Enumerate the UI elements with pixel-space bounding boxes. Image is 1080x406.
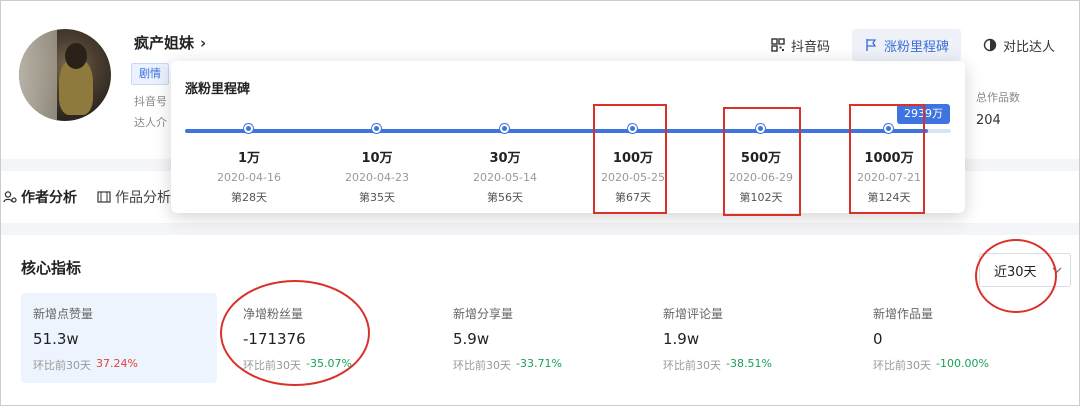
milestone-item: 10万 2020-04-23 第35天 bbox=[345, 151, 409, 204]
profile-name: 疯产姐妹 bbox=[134, 34, 195, 52]
profile-name-link[interactable]: 疯产姐妹 › bbox=[134, 32, 206, 53]
popover-title: 涨粉里程碑 bbox=[185, 82, 251, 97]
qrcode-icon bbox=[771, 38, 785, 52]
tab-works-analysis[interactable]: 作品分析 bbox=[97, 187, 171, 207]
milestone-progress bbox=[185, 129, 929, 133]
tab-author-analysis[interactable]: 作者分析 bbox=[3, 187, 77, 207]
metric-shares[interactable]: 新增分享量 5.9w 环比前30天 -33.71% bbox=[441, 293, 637, 383]
compare-button[interactable]: 对比达人 bbox=[971, 29, 1067, 61]
metric-likes[interactable]: 新增点赞量 51.3w 环比前30天 37.24% bbox=[21, 293, 217, 383]
milestone-item: 1万 2020-04-16 第28天 bbox=[217, 151, 281, 204]
chevron-right-icon: › bbox=[200, 33, 207, 52]
header-actions: 抖音码 涨粉里程碑 对比达人 bbox=[759, 29, 1067, 61]
douyin-id-label: 抖音号 bbox=[134, 95, 167, 108]
avatar[interactable] bbox=[19, 29, 111, 121]
milestone-track bbox=[185, 129, 951, 133]
user-analysis-icon bbox=[3, 190, 17, 204]
milestone-dot[interactable] bbox=[372, 124, 381, 133]
category-tag[interactable]: 剧情 bbox=[131, 63, 169, 85]
qrcode-button[interactable]: 抖音码 bbox=[759, 29, 842, 61]
film-icon bbox=[97, 190, 111, 204]
milestone-dot[interactable] bbox=[500, 124, 509, 133]
annotation-box-500w bbox=[723, 107, 801, 216]
metric-comments[interactable]: 新增评论量 1.9w 环比前30天 -38.51% bbox=[651, 293, 847, 383]
milestone-item: 30万 2020-05-14 第56天 bbox=[473, 151, 537, 204]
section-title: 核心指标 bbox=[21, 259, 82, 277]
core-metrics-card: 核心指标 近30天 新增点赞量 51.3w 环比前30天 37.24% 净增粉丝量… bbox=[1, 235, 1079, 405]
annotation-circle-followers bbox=[220, 280, 370, 386]
compare-icon bbox=[983, 38, 997, 52]
page-frame: 疯产姐妹 › 剧情 抖音号 达人介 抖音码 涨粉里程碑 对比达人 总作品数 20… bbox=[0, 0, 1080, 406]
bio-label: 达人介 bbox=[134, 116, 167, 129]
milestone-button[interactable]: 涨粉里程碑 bbox=[851, 29, 961, 61]
milestone-popover: 涨粉里程碑 2939万 1万 2020-04-16 第28天 10万 2020-… bbox=[171, 61, 965, 213]
milestone-dot[interactable] bbox=[244, 124, 253, 133]
annotation-box-1000w bbox=[849, 104, 925, 214]
total-works-stat: 总作品数 204 bbox=[976, 91, 1020, 128]
flag-icon bbox=[864, 38, 878, 52]
annotation-box-100w bbox=[593, 104, 667, 214]
annotation-circle-period bbox=[975, 239, 1057, 313]
